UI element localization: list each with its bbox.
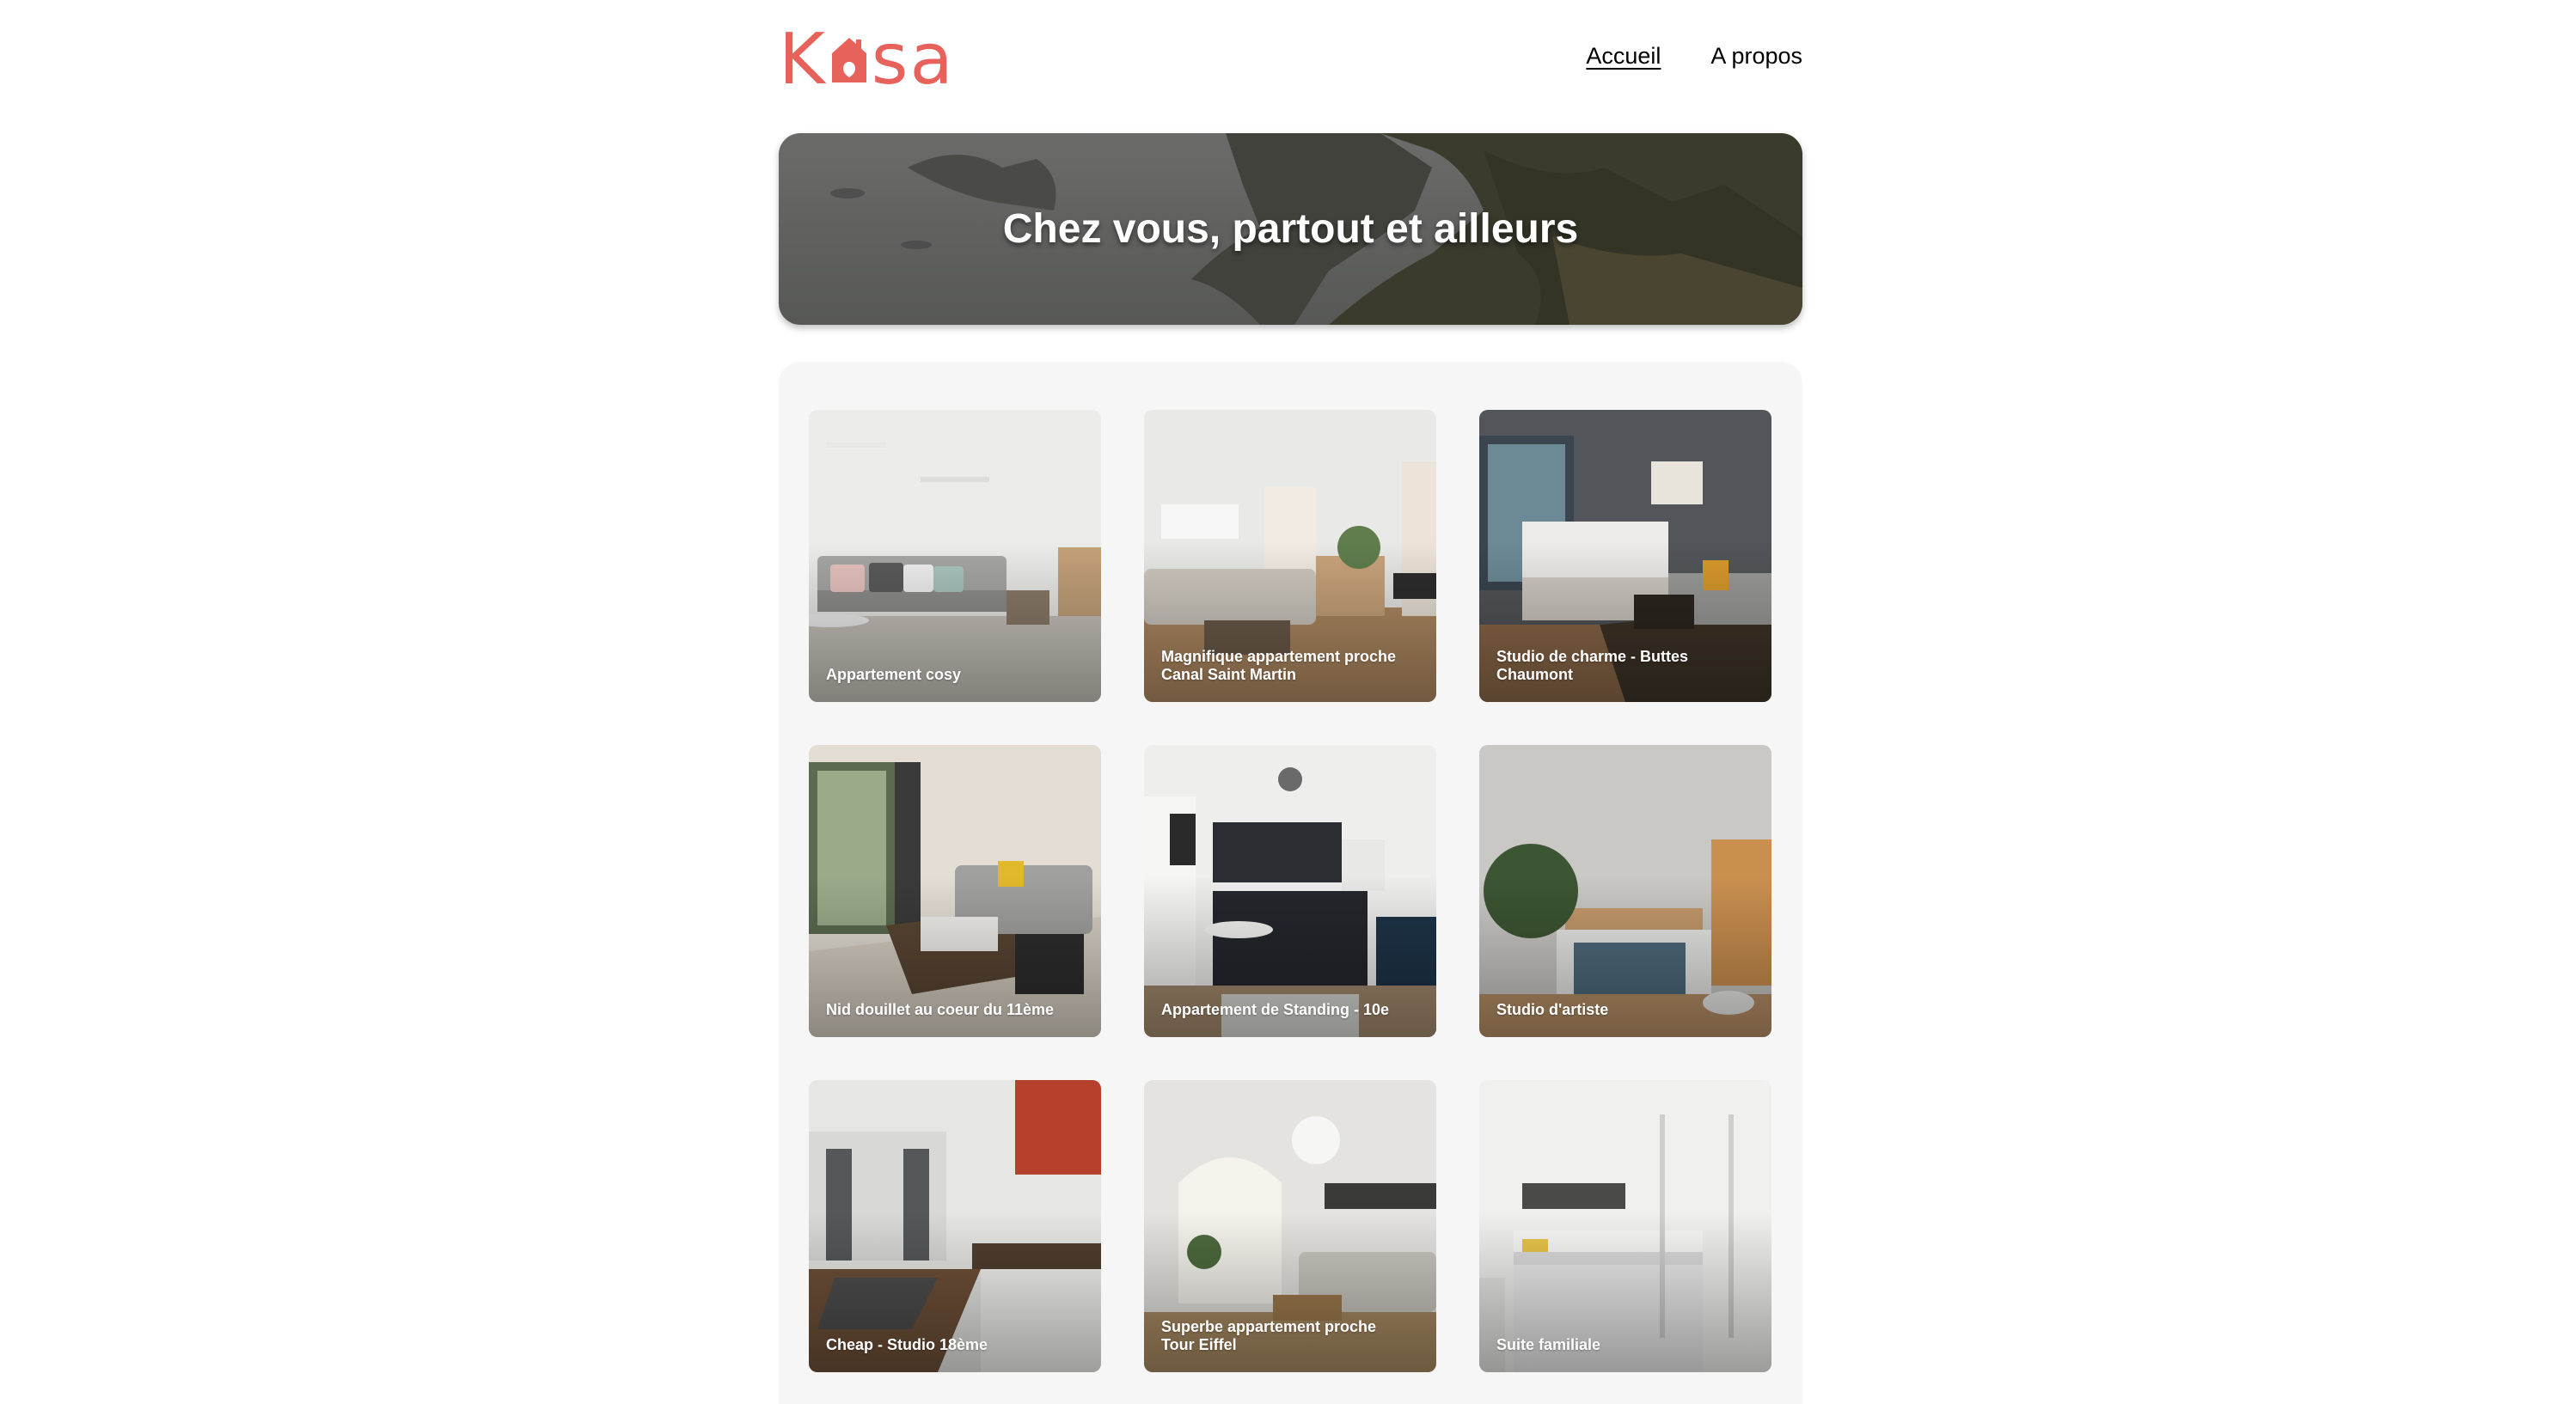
listing-title: Studio d'artiste (1496, 1001, 1609, 1019)
listing-gradient (809, 1080, 1101, 1372)
hero-banner: Chez vous, partout et ailleurs (779, 133, 1802, 325)
listing-gradient (809, 410, 1101, 702)
listing-gradient (1479, 745, 1771, 1037)
listing-title: Superbe appartement proche Tour Eiffel (1161, 1317, 1377, 1354)
listing-card[interactable]: Appartement cosy (809, 410, 1101, 702)
listing-title: Appartement de Standing - 10e (1161, 1001, 1390, 1019)
nav-link-accueil[interactable]: Accueil (1586, 43, 1661, 70)
banner-title: Chez vous, partout et ailleurs (1002, 206, 1579, 252)
listing-gradient (809, 745, 1101, 1037)
listing-title: Cheap - Studio 18ème (826, 1336, 988, 1354)
listing-card[interactable]: Appartement de Standing - 10e (1144, 745, 1436, 1037)
listing-card[interactable]: Nid douillet au coeur du 11ème (809, 745, 1101, 1037)
listing-title: Magnifique appartement proche Canal Sain… (1161, 647, 1397, 684)
nav-link-a-propos[interactable]: A propos (1710, 43, 1802, 70)
listing-title: Suite familiale (1496, 1336, 1601, 1354)
logo-letters-sa: sa (871, 19, 955, 101)
header: K sa Accueil A propos (779, 19, 1802, 101)
listings-gallery: Appartement cosy Magnifique appartement … (779, 362, 1802, 1404)
listing-title: Studio de charme - Buttes Chaumont (1496, 647, 1689, 684)
listing-card[interactable]: Studio d'artiste (1479, 745, 1771, 1037)
logo-letter-k: K (779, 19, 827, 101)
listing-card[interactable]: Superbe appartement proche Tour Eiffel (1144, 1080, 1436, 1372)
listing-gradient (1479, 1080, 1771, 1372)
listing-card[interactable]: Studio de charme - Buttes Chaumont (1479, 410, 1771, 702)
listing-card[interactable]: Suite familiale (1479, 1080, 1771, 1372)
listing-title: Appartement cosy (826, 666, 962, 684)
listing-title: Nid douillet au coeur du 11ème (826, 1001, 1055, 1019)
kasa-logo[interactable]: K sa (779, 19, 955, 101)
house-icon (831, 38, 866, 82)
listing-card[interactable]: Magnifique appartement proche Canal Sain… (1144, 410, 1436, 702)
listing-gradient (1144, 745, 1436, 1037)
main-nav: Accueil A propos (1586, 43, 1802, 70)
listing-card[interactable]: Cheap - Studio 18ème (809, 1080, 1101, 1372)
